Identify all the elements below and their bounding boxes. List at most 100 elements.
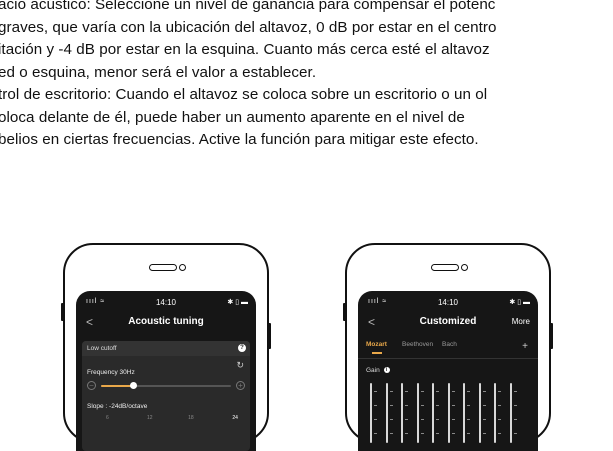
volume-button (61, 303, 64, 321)
eq-tick (513, 391, 517, 392)
tab-bach[interactable]: Bach (442, 341, 457, 348)
info-icon[interactable]: i (383, 367, 390, 374)
volume-button (343, 303, 346, 321)
eq-tick (374, 419, 377, 420)
eq-band-slider[interactable] (509, 383, 512, 443)
eq-tick (467, 405, 470, 406)
eq-tick (513, 419, 517, 420)
eq-tick (420, 405, 424, 406)
tab-mozart[interactable]: Mozart (366, 341, 387, 348)
eq-tick (389, 433, 393, 434)
eq-tick (467, 433, 470, 434)
slider-fill (101, 385, 134, 387)
preset-tabs: Mozart Beethoven Bach + (366, 341, 530, 355)
slope-label: Slope : -24dB/octave (87, 403, 148, 410)
low-cutoff-card: Low cutoff ? ↻ Frequency 30Hz − + Slope … (82, 341, 250, 451)
plus-icon[interactable]: + (236, 381, 245, 390)
frequency-slider[interactable]: − + (87, 381, 245, 391)
tab-beethoven[interactable]: Beethoven (402, 341, 433, 348)
screen: ıııl ≈ 14:10 ✱ ▯ ▬ < Acoustic tuning Low… (76, 291, 256, 451)
slope-tick[interactable]: 18 (188, 415, 194, 421)
eq-tick (482, 391, 486, 392)
paragraph-line: itación y -4 dB por estar en la esquina.… (0, 41, 490, 58)
eq-band-slider[interactable] (494, 383, 496, 443)
slider-track[interactable] (101, 382, 231, 389)
eq-tick (482, 419, 486, 420)
eq-tick (498, 405, 501, 406)
eq-band-slider[interactable] (447, 383, 450, 443)
eq-tick (451, 391, 455, 392)
power-button (550, 323, 553, 349)
paragraph-line: ed o esquina, menor será el valor a esta… (0, 63, 317, 81)
eq-band-slider[interactable] (478, 383, 481, 443)
reset-icon[interactable]: ↻ (236, 360, 244, 371)
eq-tick (389, 419, 393, 420)
eq-tick (451, 433, 455, 434)
eq-tick (436, 405, 439, 406)
eq-tick (389, 405, 393, 406)
eq-tick (436, 419, 439, 420)
paragraph-line: trol de escritorio: Cuando el altavoz se… (0, 86, 488, 103)
eq-tick (405, 405, 408, 406)
camera-dot (461, 264, 468, 271)
page-title: Acoustic tuning (128, 316, 204, 327)
paragraph-line: graves, que varía con la ubicación del a… (0, 18, 497, 36)
divider (358, 358, 538, 359)
frequency-label: Frequency 30Hz (87, 369, 135, 376)
eq-band-slider[interactable] (463, 383, 465, 443)
eq-band-slider[interactable] (416, 383, 419, 443)
eq-tick (420, 433, 424, 434)
eq-tick (451, 405, 455, 406)
active-tab-indicator (372, 352, 382, 354)
eq-tick (374, 433, 377, 434)
eq-tick (498, 419, 501, 420)
eq-tick (498, 433, 501, 434)
eq-band-slider[interactable] (370, 383, 372, 443)
phone-right: ıııl ≈ 14:10 ✱ ▯ ▬ < Customized More Moz… (343, 243, 553, 451)
speaker-slot (149, 264, 177, 271)
eq-tick (420, 419, 424, 420)
card-header: Low cutoff ? (82, 341, 250, 356)
gain-label-text: Gain (366, 367, 380, 374)
card-header-label: Low cutoff (87, 345, 117, 352)
battery-icon: ✱ ▯ ▬ (227, 299, 248, 306)
nav-bar: < Acoustic tuning (76, 313, 256, 333)
eq-tick (374, 405, 377, 406)
slope-tick[interactable]: 6 (106, 415, 109, 421)
paragraph: acio acústico: Seleccione un nivel de ga… (0, 0, 613, 152)
paragraph-line: oloca delante de él, puede haber un aume… (0, 108, 465, 126)
screen: ıııl ≈ 14:10 ✱ ▯ ▬ < Customized More Moz… (358, 291, 538, 451)
gain-label: Gain i (366, 367, 390, 374)
eq-tick (420, 391, 424, 392)
eq-tick (513, 405, 517, 406)
minus-icon[interactable]: − (87, 381, 96, 390)
eq-tick (513, 433, 517, 434)
eq-band-slider[interactable] (385, 383, 388, 443)
eq-tick (467, 419, 470, 420)
eq-tick (436, 433, 439, 434)
add-icon[interactable]: + (522, 341, 528, 352)
eq-tick (374, 391, 377, 392)
paragraph-line: acio acústico: Seleccione un nivel de ga… (0, 0, 496, 13)
nav-bar: < Customized More (358, 313, 538, 333)
eq-tick (405, 419, 408, 420)
help-icon[interactable]: ? (238, 344, 246, 352)
speaker-slot (431, 264, 459, 271)
slope-tick[interactable]: 12 (147, 415, 153, 421)
status-bar: ıııl ≈ 14:10 ✱ ▯ ▬ (76, 297, 256, 311)
paragraph-line: belios en ciertas frecuencias. Active la… (0, 131, 479, 148)
eq-tick (482, 433, 486, 434)
eq-tick (405, 433, 408, 434)
phone-left: ıııl ≈ 14:10 ✱ ▯ ▬ < Acoustic tuning Low… (61, 243, 271, 451)
more-button[interactable]: More (512, 317, 530, 326)
eq-tick (389, 391, 393, 392)
eq-tick (482, 405, 486, 406)
eq-tick (436, 391, 439, 392)
eq-band-slider[interactable] (432, 383, 434, 443)
eq-band-slider[interactable] (401, 383, 403, 443)
eq-tick (467, 391, 470, 392)
eq-tick (498, 391, 501, 392)
slider-thumb[interactable] (130, 382, 137, 389)
power-button (268, 323, 271, 349)
slope-tick[interactable]: 24 (232, 415, 238, 421)
